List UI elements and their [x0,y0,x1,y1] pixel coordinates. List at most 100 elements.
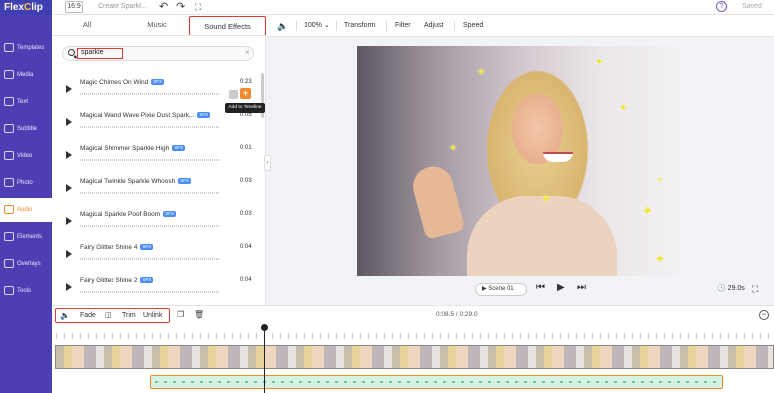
sound-duration: 0:03 [240,178,252,184]
list-item[interactable]: Fairy Glitter Shine 2 SFX 0:04 [52,270,258,303]
audio-tools: 🔈 Fade ◫ Trim Unlink [55,308,170,323]
tab-music[interactable]: Music [122,15,192,35]
tooltip: Add to Timeline [225,103,265,113]
speed-button[interactable]: Speed [463,15,483,37]
divider [386,21,387,31]
fullscreen-preview-icon[interactable]: ⛶ [752,284,758,295]
photo-icon [4,177,14,187]
divider [454,21,455,31]
adjust-button[interactable]: Adjust [424,15,443,37]
add-to-timeline-button[interactable]: + [240,88,251,99]
sound-duration: 0:03 [240,211,252,217]
sfx-badge: SFX [140,244,154,251]
sidebar-item-subtitle[interactable]: Subtitle [0,117,52,141]
search-input[interactable]: sparkle [77,48,123,59]
undo-icon[interactable]: ↶ [159,0,168,14]
overlays-icon [4,258,14,268]
sparkle-icon: ✦ [642,203,653,218]
play-icon[interactable] [66,283,72,291]
sidebar-item-text[interactable]: Text [0,90,52,114]
play-icon[interactable] [66,118,72,126]
sound-duration: 0:04 [240,277,252,283]
sound-name: Fairy Glitter Shine 4 [80,244,138,251]
aspect-ratio-button[interactable]: 16:9 [65,1,83,13]
sparkle-icon: ✦ [655,252,666,266]
redo-icon[interactable]: ↷ [176,0,185,14]
total-duration[interactable]: 🕓 29.0s [717,284,745,292]
list-item[interactable]: Magical Shimmer Sparkle High SFX 0:01 [52,138,258,171]
play-icon[interactable] [66,250,72,258]
time-ruler[interactable] [56,333,770,339]
waveform [80,258,220,260]
video-track[interactable] [55,345,774,369]
tab-all[interactable]: All [52,15,122,35]
audio-track[interactable] [150,375,723,389]
play-button[interactable]: ▶ [557,282,565,293]
subtitle-icon [4,123,14,133]
trim-icon[interactable]: ◫ [105,310,112,321]
trim-button[interactable]: Trim [122,310,136,321]
sound-duration: 0:23 [240,79,252,85]
sparkle-icon: ✦ [449,143,458,154]
help-icon[interactable]: ? [716,1,727,12]
playhead[interactable] [261,324,268,393]
waveform [80,93,220,95]
tools-icon [4,285,14,295]
sound-name: Magical Shimmer Sparkle High [80,145,170,152]
sound-duration: 0:04 [240,244,252,250]
list-item[interactable]: Fairy Glitter Shine 4 SFX 0:04 [52,237,258,270]
tab-divider [52,35,266,36]
fade-button[interactable]: Fade [80,310,96,321]
list-item[interactable]: Magical Sparkle Poof Boom SFX 0:03 [52,204,258,237]
tab-sound-effects[interactable]: Sound Effects [189,16,266,36]
sidebar-item-overlays[interactable]: Overlays [0,252,52,276]
previous-scene-icon[interactable]: ⏮ [536,282,545,293]
sfx-badge: SFX [163,211,176,218]
sidebar-item-templates[interactable]: Templates [0,36,52,60]
video-preview[interactable]: ✦ ✦ ✦ ✦ ✦ ✦ ✦ ✦ ✦ ✦ [357,46,685,276]
fullscreen-icon[interactable]: ⛶ [195,0,201,14]
sound-duration: 0:01 [240,145,252,151]
play-icon[interactable] [66,85,72,93]
sidebar-item-media[interactable]: Media [0,63,52,87]
search-icon [68,49,75,56]
audio-icon [4,204,14,214]
volume-icon[interactable]: 🔈 [60,310,70,321]
duplicate-icon[interactable]: ❐ [177,310,184,319]
zoom-select[interactable]: 100% ⌄ [304,15,330,37]
scene-selector[interactable]: ▶ Scene 01 [475,283,527,296]
sound-name: Magical Wand Wave Pixie Dust Spark... [80,112,195,119]
play-icon[interactable] [66,217,72,225]
sparkle-icon: ✦ [657,177,663,184]
next-scene-icon[interactable]: ⏭ [577,282,586,293]
list-item[interactable]: Magical Twinkle Sparkle Whoosh SFX 0:03 [52,171,258,204]
zoom-out-icon[interactable]: − [759,310,769,320]
waveform [80,225,220,227]
divider [296,21,297,31]
saved-status: Saved [742,3,762,10]
filter-button[interactable]: Filter [395,15,411,37]
sfx-badge: SFX [140,277,154,284]
audio-panel: All Music Sound Effects sparkle × Magic … [52,15,266,305]
sound-name: Magical Twinkle Sparkle Whoosh [80,178,176,185]
play-icon[interactable] [66,151,72,159]
delete-icon[interactable]: 🗑 [194,310,204,319]
text-icon [4,96,14,106]
sidebar-item-photo[interactable]: Photo [0,171,52,195]
list-item[interactable]: Magic Chimes On Wind SFX 0:23 [52,72,258,105]
clear-icon[interactable]: × [245,48,250,57]
transform-button[interactable]: Transform [344,15,376,37]
sidebar-item-tools[interactable]: Tools [0,279,52,303]
play-icon[interactable] [66,184,72,192]
sidebar-item-elements[interactable]: Elements [0,225,52,249]
volume-icon[interactable]: 🔈 [277,15,288,37]
sidebar-item-video[interactable]: Video [0,144,52,168]
waveform [80,291,220,293]
project-name[interactable]: Create Sparkl... [98,1,147,13]
sidebar-item-audio[interactable]: Audio [0,198,52,222]
waveform [80,192,220,194]
unlink-button[interactable]: Unlink [143,310,162,321]
collapse-panel-button[interactable]: ‹ [264,155,271,171]
favorite-icon[interactable] [229,90,238,99]
sound-name: Fairy Glitter Shine 2 [80,277,138,284]
